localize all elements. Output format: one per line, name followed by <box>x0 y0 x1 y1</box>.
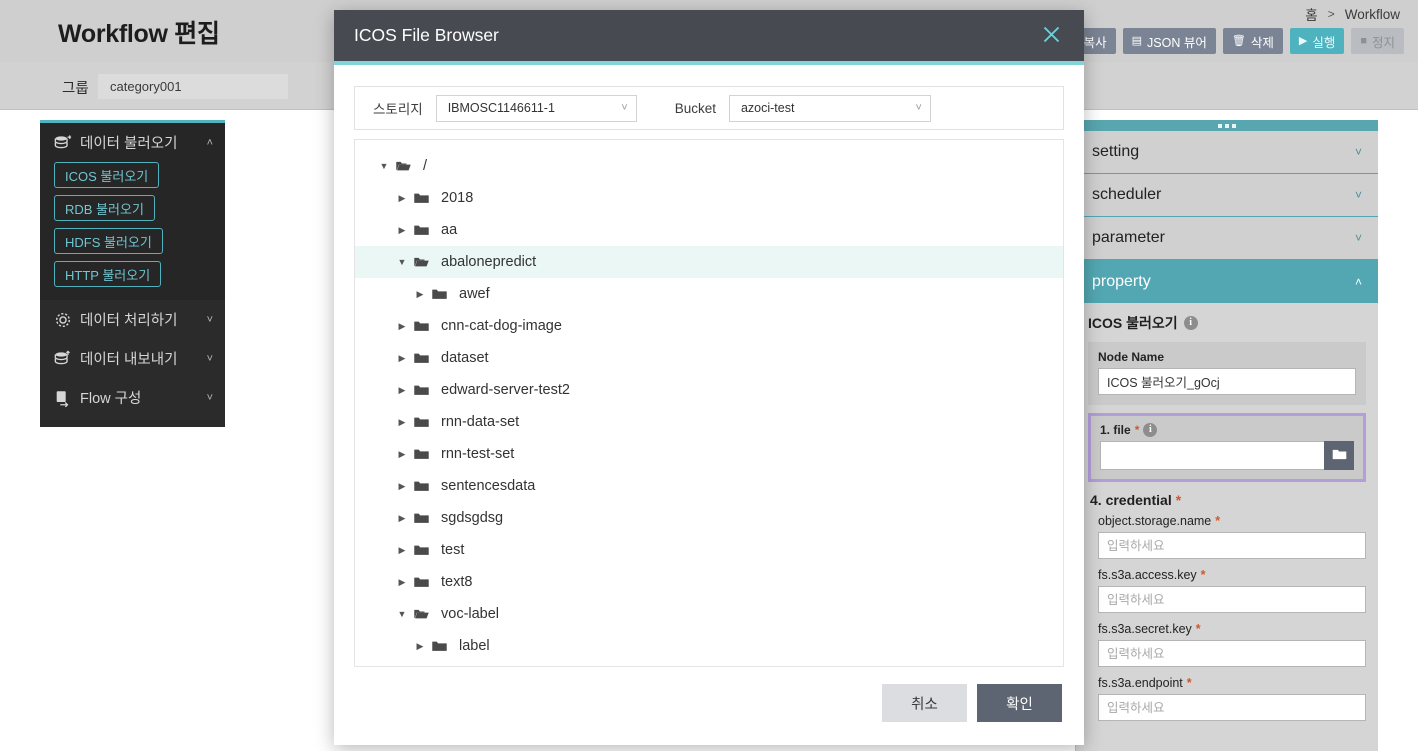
app-root: Workflow 편집 홈 > Workflow ❐ 복사 ▤ JSON 뷰어 … <box>0 0 1418 751</box>
tree-node-label: dataset <box>441 350 489 366</box>
storage-select[interactable]: IBMOSC1146611-1 ˅ <box>435 94 637 122</box>
folder-icon <box>413 574 439 591</box>
tree-expand-icon[interactable]: ▶ <box>391 385 413 396</box>
tree-expand-icon[interactable]: ▶ <box>391 481 413 492</box>
tree-expand-icon[interactable]: ▶ <box>409 289 431 300</box>
tree-expand-icon[interactable]: ▶ <box>391 193 413 204</box>
tree-expand-icon[interactable]: ▶ <box>391 225 413 236</box>
tree-collapse-icon[interactable]: ▼ <box>391 257 413 267</box>
tree-expand-icon[interactable]: ▶ <box>391 577 413 588</box>
tree-node-label: edward-server-test2 <box>441 382 570 398</box>
folder-icon <box>413 478 439 495</box>
tree-node[interactable]: ▶ cnn-cat-dog-image <box>355 310 1063 342</box>
bucket-select-value: azoci-test <box>740 101 795 115</box>
modal-overlay: ICOS File Browser 스토리지 IBMOSC1146611-1 ˅ <box>0 0 1418 751</box>
modal-title: ICOS File Browser <box>354 25 499 45</box>
tree-node[interactable]: ▶ rnn-data-set <box>355 406 1063 438</box>
folder-icon <box>413 414 439 431</box>
tree-node[interactable]: ▶ sgdsgdsg <box>355 502 1063 534</box>
tree-expand-icon[interactable]: ▶ <box>391 513 413 524</box>
tree-collapse-icon[interactable]: ▼ <box>391 609 413 619</box>
folder-open-icon <box>395 158 421 175</box>
bucket-select[interactable]: azoci-test ˅ <box>728 94 931 122</box>
folder-icon <box>413 542 439 559</box>
modal-body: 스토리지 IBMOSC1146611-1 ˅ Bucket azoci-test… <box>334 65 1084 671</box>
close-icon <box>1041 24 1062 48</box>
tree-expand-icon[interactable]: ▶ <box>391 545 413 556</box>
icos-file-browser-modal: ICOS File Browser 스토리지 IBMOSC1146611-1 ˅ <box>334 10 1084 745</box>
tree-node[interactable]: ▶ sentencesdata <box>355 470 1063 502</box>
storage-select-wrap: IBMOSC1146611-1 ˅ <box>435 94 637 122</box>
bucket-label: Bucket <box>674 100 716 116</box>
tree-node-label: rnn-test-set <box>441 446 515 462</box>
tree-node-label: awef <box>459 286 490 302</box>
folder-open-icon <box>413 606 439 623</box>
storage-bucket-row: 스토리지 IBMOSC1146611-1 ˅ Bucket azoci-test… <box>354 86 1064 130</box>
bucket-select-wrap: azoci-test ˅ <box>728 94 931 122</box>
tree-node-label: sentencesdata <box>441 478 536 494</box>
tree-node-label: label <box>459 638 490 654</box>
tree-expand-icon[interactable]: ▶ <box>391 417 413 428</box>
tree-expand-icon[interactable]: ▶ <box>409 641 431 652</box>
tree-node[interactable]: ▼ / <box>355 150 1063 182</box>
folder-icon <box>413 350 439 367</box>
tree-expand-icon[interactable]: ▶ <box>391 449 413 460</box>
tree-node[interactable]: ▶ label <box>355 630 1063 662</box>
tree-node-label: abalonepredict <box>441 254 537 270</box>
tree-node-label: voc-label <box>441 606 500 622</box>
folder-icon <box>413 446 439 463</box>
tree-node[interactable]: ▶ 2018 <box>355 182 1063 214</box>
folder-icon <box>431 638 457 655</box>
tree-node[interactable]: ▶ awef <box>355 278 1063 310</box>
storage-select-value: IBMOSC1146611-1 <box>447 101 555 115</box>
tree-node[interactable]: ▼ voc-label <box>355 598 1063 630</box>
tree-node-label: aa <box>441 222 458 238</box>
confirm-button[interactable]: 확인 <box>977 684 1062 722</box>
folder-icon <box>413 318 439 335</box>
folder-icon <box>413 382 439 399</box>
tree-node-label: / <box>423 158 428 174</box>
modal-header: ICOS File Browser <box>334 10 1084 65</box>
tree-node-label: test <box>441 542 465 558</box>
tree-node[interactable]: ▶ dataset <box>355 342 1063 374</box>
tree-node-label: sgdsgdsg <box>441 510 504 526</box>
chevron-down-icon: ˅ <box>915 102 922 114</box>
modal-footer: 취소 확인 <box>334 671 1084 745</box>
tree-node-label: text8 <box>441 574 473 590</box>
tree-node-label: 2018 <box>441 190 474 206</box>
chevron-down-icon: ˅ <box>621 102 628 114</box>
tree-node[interactable]: ▶ text8 <box>355 566 1063 598</box>
tree-node-label: rnn-data-set <box>441 414 520 430</box>
folder-icon <box>413 190 439 207</box>
modal-close-button[interactable] <box>1036 21 1066 51</box>
cancel-button[interactable]: 취소 <box>882 684 967 722</box>
tree-expand-icon[interactable]: ▶ <box>391 353 413 364</box>
tree-node-label: cnn-cat-dog-image <box>441 318 562 334</box>
tree-expand-icon[interactable]: ▶ <box>391 321 413 332</box>
tree-node[interactable]: ▶ aa <box>355 214 1063 246</box>
folder-icon <box>413 510 439 527</box>
tree-node[interactable]: ▶ edward-server-test2 <box>355 374 1063 406</box>
folder-open-icon <box>413 254 439 271</box>
folder-icon <box>413 222 439 239</box>
storage-label: 스토리지 <box>373 102 423 117</box>
tree-collapse-icon[interactable]: ▼ <box>373 161 395 171</box>
file-tree[interactable]: ▼ / ▶ 2018 ▶ aa ▼ abalonepredict ▶ awef ▶ cnn-cat-d… <box>354 139 1064 667</box>
tree-node[interactable]: ▼ abalonepredict <box>355 246 1063 278</box>
folder-icon <box>431 286 457 303</box>
tree-node[interactable]: ▶ rnn-test-set <box>355 438 1063 470</box>
tree-node[interactable]: ▶ test <box>355 534 1063 566</box>
